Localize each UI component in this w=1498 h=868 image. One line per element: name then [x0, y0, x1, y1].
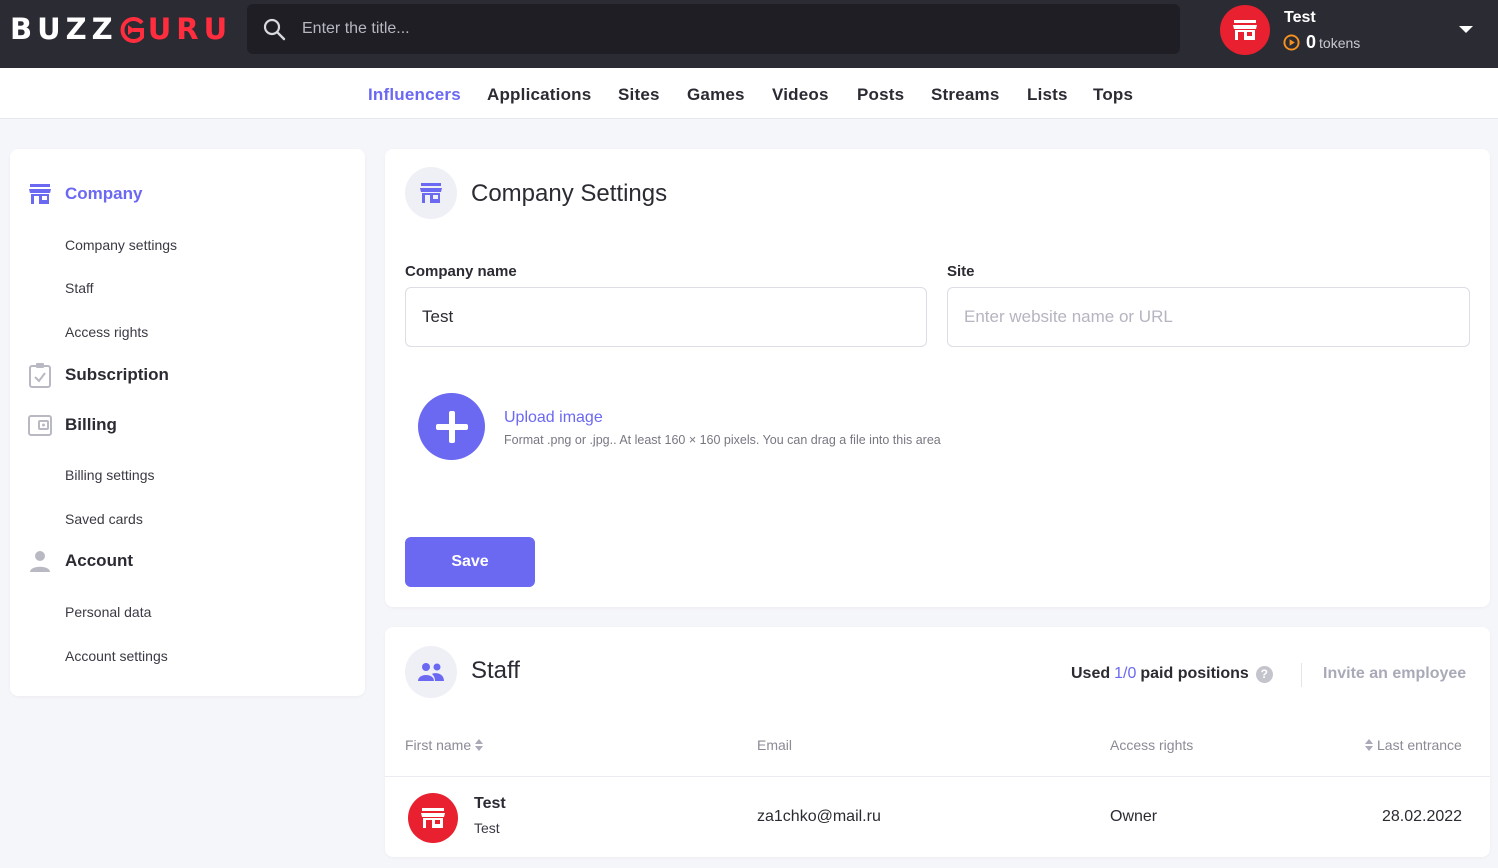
clipboard-check-icon: [28, 363, 52, 388]
sidebar-section-label: Company: [65, 184, 143, 203]
help-icon[interactable]: ?: [1255, 665, 1273, 683]
company-settings-card: Company Settings Company name Site Uploa…: [385, 149, 1490, 607]
column-label: First name: [405, 737, 472, 753]
sidebar-section-label: Subscription: [65, 365, 169, 384]
used-suffix: paid positions: [1140, 665, 1249, 682]
staff-last-entrance: 28.02.2022: [1382, 808, 1463, 825]
nav-streams[interactable]: Streams: [931, 85, 1000, 105]
sidebar-section-label: Billing: [65, 415, 117, 434]
logo-text-uru: URU: [147, 12, 233, 46]
chevron-down-icon[interactable]: [1458, 25, 1474, 35]
main-nav: Influencers Applications Sites Games Vid…: [0, 68, 1498, 119]
plus-icon: [435, 410, 468, 443]
staff-card: Staff Used 1/0 paid positions ? Invite a…: [385, 627, 1490, 857]
token-icon: [1283, 34, 1300, 51]
logo-text-buzz: BUZZ: [10, 12, 118, 46]
sidebar-section-account[interactable]: Account: [28, 549, 133, 573]
store-icon: [28, 182, 52, 206]
token-count: 0: [1306, 32, 1317, 52]
sort-icon: [1365, 739, 1373, 751]
sidebar-item-access-rights[interactable]: Access rights: [65, 324, 148, 340]
upload-hint: Format .png or .jpg.. At least 160 × 160…: [504, 433, 941, 447]
token-label: tokens: [1319, 34, 1361, 51]
nav-videos[interactable]: Videos: [772, 85, 829, 105]
nav-games[interactable]: Games: [687, 85, 745, 105]
sidebar-item-billing-settings[interactable]: Billing settings: [65, 467, 155, 483]
sidebar-section-label: Account: [65, 551, 133, 570]
store-icon: [421, 808, 445, 828]
logo-play-icon: [118, 16, 144, 43]
sort-icon: [475, 739, 484, 751]
sidebar-item-staff[interactable]: Staff: [65, 280, 94, 296]
person-icon: [28, 549, 52, 573]
divider: [385, 776, 1490, 777]
nav-applications[interactable]: Applications: [487, 85, 591, 105]
token-balance: 0 tokens: [1283, 32, 1360, 53]
user-avatar[interactable]: [1220, 5, 1270, 55]
divider: [1301, 663, 1302, 687]
column-last-entrance[interactable]: Last entrance: [1361, 737, 1462, 753]
store-icon: [405, 167, 457, 219]
used-value: 1/0: [1114, 665, 1137, 682]
user-name: Test: [1284, 9, 1316, 26]
column-first-name[interactable]: First name: [405, 737, 487, 753]
column-label: Email: [757, 737, 793, 753]
sidebar-section-company[interactable]: Company: [28, 182, 142, 206]
staff-access: Owner: [1110, 808, 1158, 825]
column-label: Access rights: [1110, 737, 1194, 753]
upload-image-button[interactable]: [418, 393, 485, 460]
nav-lists[interactable]: Lists: [1027, 85, 1068, 105]
people-icon: [405, 646, 457, 698]
site-input[interactable]: [947, 287, 1470, 347]
column-label: Last entrance: [1377, 737, 1462, 753]
page-title: Company Settings: [471, 180, 668, 207]
column-access-rights: Access rights: [1110, 737, 1193, 753]
staff-email: za1chko@mail.ru: [757, 808, 881, 825]
search-bar: [247, 4, 1180, 54]
sidebar-section-subscription[interactable]: Subscription: [28, 363, 169, 388]
staff-name: Test: [474, 795, 506, 812]
wallet-icon: [28, 413, 52, 437]
avatar: [408, 793, 458, 843]
used-positions: Used 1/0 paid positions ?: [1071, 665, 1273, 683]
buzzguru-logo[interactable]: BUZZ URU: [10, 12, 232, 46]
sidebar-item-account-settings[interactable]: Account settings: [65, 648, 168, 664]
invite-employee-button[interactable]: Invite an employee: [1323, 665, 1466, 683]
column-email: Email: [757, 737, 792, 753]
sidebar-item-personal-data[interactable]: Personal data: [65, 604, 151, 620]
upload-image-link[interactable]: Upload image: [504, 409, 603, 427]
sidebar-item-company-settings[interactable]: Company settings: [65, 237, 177, 253]
store-icon: [1233, 20, 1257, 40]
used-prefix: Used: [1071, 665, 1111, 682]
sidebar-section-billing[interactable]: Billing: [28, 413, 117, 437]
save-button[interactable]: Save: [405, 537, 535, 587]
nav-tops[interactable]: Tops: [1093, 85, 1133, 105]
company-name-label: Company name: [405, 263, 517, 280]
search-icon: [263, 18, 286, 41]
site-label: Site: [947, 263, 975, 280]
sidebar-item-saved-cards[interactable]: Saved cards: [65, 511, 143, 527]
company-name-input[interactable]: [405, 287, 927, 347]
top-bar: BUZZ URU Test 0 tokens: [0, 0, 1498, 68]
search-input[interactable]: [302, 20, 1122, 38]
nav-sites[interactable]: Sites: [618, 85, 660, 105]
user-menu[interactable]: Test 0 tokens: [1220, 5, 1498, 57]
settings-sidebar: Company Company settings Staff Access ri…: [10, 149, 365, 696]
nav-posts[interactable]: Posts: [857, 85, 904, 105]
nav-influencers[interactable]: Influencers: [368, 85, 461, 105]
staff-title: Staff: [471, 657, 520, 684]
staff-company: Test: [474, 820, 500, 836]
